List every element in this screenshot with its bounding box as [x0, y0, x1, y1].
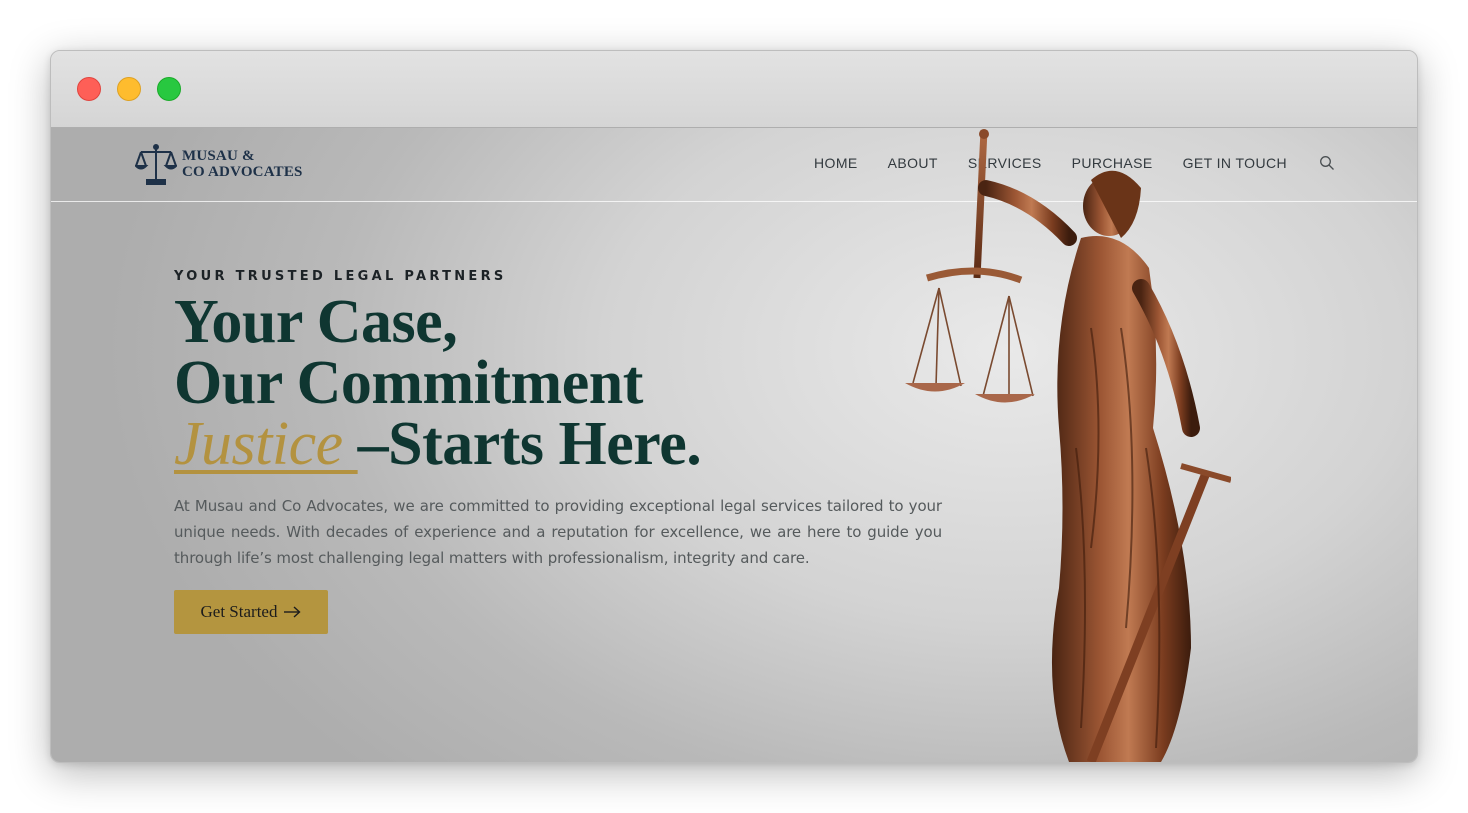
- headline-line-1: Your Case,: [174, 288, 458, 356]
- window-titlebar: [51, 51, 1417, 128]
- browser-window: MUSAU & CO ADVOCATES HOME ABOUT SERVICES…: [50, 50, 1418, 763]
- hero-eyebrow: YOUR TRUSTED LEGAL PARTNERS: [174, 269, 507, 284]
- scales-of-justice-icon: [135, 144, 177, 185]
- lady-justice-statue-image: [905, 129, 1231, 762]
- brand-name-line1: MUSAU &: [182, 148, 255, 164]
- brand-name-line2: CO ADVOCATES: [182, 164, 303, 180]
- hero-description: At Musau and Co Advocates, we are commit…: [174, 497, 942, 567]
- headline-line-2: Our Commitment: [174, 349, 643, 417]
- hero-headline: Your Case, Our Commitment Justice –Start…: [174, 288, 702, 475]
- brand-name: MUSAU & CO ADVOCATES: [182, 148, 303, 180]
- site-logo[interactable]: MUSAU & CO ADVOCATES: [135, 142, 303, 186]
- hero-page: MUSAU & CO ADVOCATES HOME ABOUT SERVICES…: [51, 128, 1417, 762]
- maximize-window-button[interactable]: [157, 77, 181, 101]
- headline-accent-word: Justice: [174, 410, 358, 478]
- arrow-right-icon: [284, 606, 302, 618]
- get-started-button[interactable]: Get Started: [174, 590, 328, 634]
- headline-line-3: Justice –Starts Here.: [174, 413, 702, 475]
- search-icon[interactable]: [1319, 155, 1335, 171]
- minimize-window-button[interactable]: [117, 77, 141, 101]
- nav-home[interactable]: HOME: [814, 155, 858, 171]
- headline-line-3-rest: –Starts Here.: [357, 410, 702, 478]
- get-started-label: Get Started: [200, 602, 278, 621]
- close-window-button[interactable]: [77, 77, 101, 101]
